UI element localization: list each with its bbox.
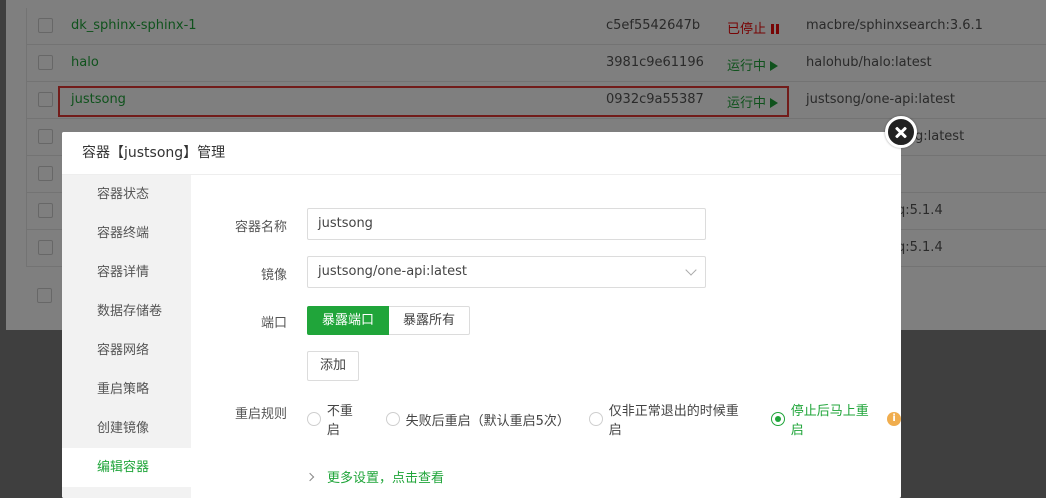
radio-dot[interactable]	[307, 412, 321, 426]
sidebar-item-create-image[interactable]: 创建镜像	[62, 409, 191, 448]
radio-no-restart[interactable]: 不重启	[307, 400, 366, 438]
dialog-sidebar: 容器状态 容器终端 容器详情 数据存储卷 容器网络 重启策略 创建镜像 编辑容器	[62, 175, 191, 498]
radio-restart-on-failure[interactable]: 失败后重启（默认重启5次）	[385, 410, 570, 429]
sidebar-item-terminal[interactable]: 容器终端	[62, 214, 191, 253]
port-label: 端口	[260, 316, 287, 331]
radio-dot[interactable]	[770, 412, 785, 426]
add-port-button[interactable]: 添加	[307, 351, 360, 381]
restart-label: 重启规则	[234, 407, 287, 422]
info-icon[interactable]: i	[887, 412, 901, 426]
port-mode-toggle: 暴露端口 暴露所有	[307, 306, 471, 335]
more-settings-link[interactable]: 更多设置，点击查看	[305, 467, 444, 486]
close-icon[interactable]	[885, 116, 917, 148]
image-select[interactable]: justsong/one-api:latest	[307, 256, 706, 288]
container-name-input[interactable]: justsong	[307, 208, 706, 240]
chevron-right-icon	[305, 472, 315, 481]
sidebar-item-edit-container[interactable]: 编辑容器	[62, 448, 191, 487]
restart-radio-group: 不重启 失败后重启（默认重启5次） 仅非正常退出的时候重启 停止后马上重启 i	[307, 400, 901, 438]
name-label: 容器名称	[234, 220, 287, 235]
sidebar-item-details[interactable]: 容器详情	[62, 253, 191, 292]
sidebar-item-status[interactable]: 容器状态	[62, 175, 191, 214]
dialog-title: 容器【justsong】管理	[62, 132, 901, 175]
sidebar-item-restart-policy[interactable]: 重启策略	[62, 370, 191, 409]
radio-dot[interactable]	[385, 412, 400, 426]
sidebar-item-volumes[interactable]: 数据存储卷	[62, 292, 191, 331]
chevron-down-icon	[685, 264, 697, 276]
expose-all-button[interactable]: 暴露所有	[389, 306, 471, 335]
image-label: 镜像	[260, 268, 287, 283]
radio-dot[interactable]	[588, 412, 603, 426]
edit-container-form: 容器名称 justsong 镜像 justsong/one-api:latest…	[191, 175, 901, 498]
sidebar-item-network[interactable]: 容器网络	[62, 331, 191, 370]
image-select-value: justsong/one-api:latest	[318, 264, 467, 279]
expose-port-button[interactable]: 暴露端口	[307, 306, 390, 335]
radio-restart-always[interactable]: 停止后马上重启	[770, 400, 881, 438]
radio-restart-unless-normal[interactable]: 仅非正常退出的时候重启	[588, 400, 751, 438]
container-manage-dialog: 容器【justsong】管理 容器状态 容器终端 容器详情 数据存储卷 容器网络…	[62, 132, 901, 498]
